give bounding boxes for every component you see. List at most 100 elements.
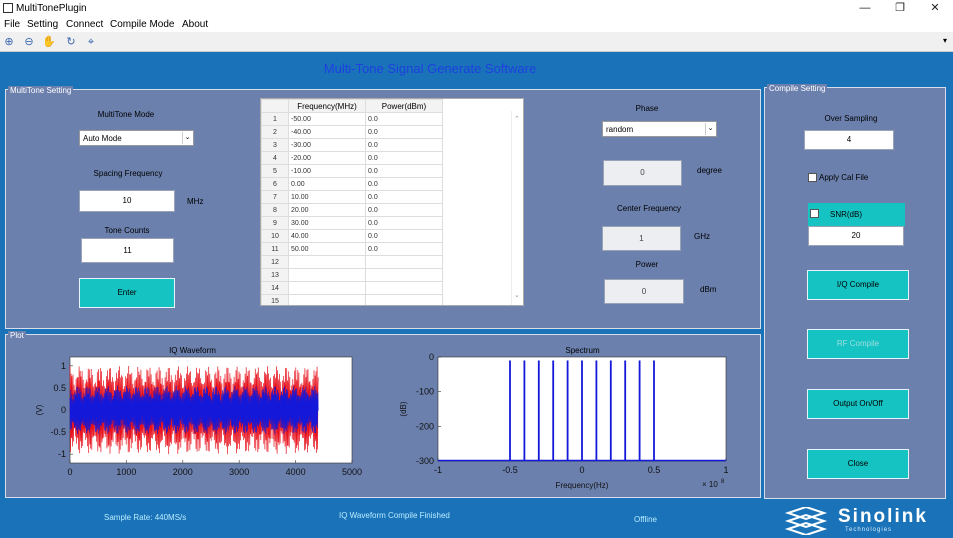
- power-cell[interactable]: 0.0: [365, 190, 443, 204]
- power-cell[interactable]: [365, 255, 443, 269]
- menu-setting[interactable]: Setting: [27, 19, 58, 30]
- frequency-cell[interactable]: -40.00: [288, 125, 366, 139]
- snr-checkbox[interactable]: [810, 209, 819, 218]
- frequency-cell[interactable]: [288, 255, 366, 269]
- window-title: MultiTonePlugin: [16, 3, 87, 14]
- zoom-in-icon[interactable]: ⊕: [2, 35, 16, 49]
- frequency-cell[interactable]: -30.00: [288, 138, 366, 152]
- frequency-cell[interactable]: 10.00: [288, 190, 366, 204]
- toolbar-overflow-icon[interactable]: ▾: [943, 36, 947, 45]
- table-row[interactable]: 13: [261, 268, 443, 282]
- x-tick-label: 2000: [173, 467, 193, 477]
- frequency-cell[interactable]: [288, 281, 366, 295]
- tone-counts-input[interactable]: 11: [81, 238, 174, 263]
- degree-input: 0: [603, 160, 682, 186]
- sample-rate-status: Sample Rate: 440MS/s: [104, 513, 187, 522]
- output-on-off-button[interactable]: Output On/Off: [807, 389, 909, 419]
- table-row[interactable]: 14: [261, 281, 443, 295]
- logo-text: Sinolink: [838, 506, 928, 527]
- power-cell[interactable]: 0.0: [365, 112, 443, 126]
- table-row[interactable]: 1 -50.00 0.0: [261, 112, 443, 126]
- plot-panel-title: Plot: [8, 331, 26, 340]
- table-row[interactable]: 3 -30.00 0.0: [261, 138, 443, 152]
- power-cell[interactable]: 0.0: [365, 216, 443, 230]
- data-cursor-icon[interactable]: ⌖: [84, 35, 98, 49]
- column-header-frequency[interactable]: Frequency(MHz): [288, 99, 366, 113]
- close-button[interactable]: Close: [807, 449, 909, 479]
- multitone-panel-title: MultiTone Setting: [8, 86, 74, 95]
- power-cell[interactable]: 0.0: [365, 242, 443, 256]
- table-row[interactable]: 11 50.00 0.0: [261, 242, 443, 256]
- zoom-out-icon[interactable]: ⊖: [22, 35, 36, 49]
- y-tick-label: 0: [429, 352, 434, 362]
- phase-value: random: [606, 125, 634, 134]
- frequency-cell[interactable]: -20.00: [288, 151, 366, 165]
- frequency-cell[interactable]: 20.00: [288, 203, 366, 217]
- frequency-cell[interactable]: 30.00: [288, 216, 366, 230]
- row-index: 15: [261, 294, 289, 305]
- power-cell[interactable]: 0.0: [365, 138, 443, 152]
- pan-icon[interactable]: ✋: [42, 35, 56, 49]
- row-index: 3: [261, 138, 289, 152]
- menu-about[interactable]: About: [182, 19, 208, 30]
- x-tick-label: -0.5: [502, 465, 518, 475]
- page-title: Multi-Tone Signal Generate Software: [323, 61, 537, 76]
- x-tick-label: 1: [723, 465, 728, 475]
- phase-label: Phase: [635, 104, 659, 113]
- frequency-cell[interactable]: [288, 268, 366, 282]
- menu-compile-mode[interactable]: Compile Mode: [110, 19, 174, 30]
- table-scrollbar[interactable]: ⌃ ⌄: [511, 111, 523, 305]
- power-cell[interactable]: 0.0: [365, 151, 443, 165]
- chevron-down-icon: ⌄: [705, 123, 715, 135]
- x-exponent-power: 8: [721, 479, 725, 485]
- snr-label: SNR(dB): [830, 210, 863, 219]
- table-row[interactable]: 4 -20.00 0.0: [261, 151, 443, 165]
- row-index: 14: [261, 281, 289, 295]
- apply-cal-file-checkbox[interactable]: [808, 173, 817, 182]
- menu-connect[interactable]: Connect: [66, 19, 103, 30]
- multitone-mode-value: Auto Mode: [83, 134, 122, 143]
- power-cell[interactable]: 0.0: [365, 229, 443, 243]
- power-cell[interactable]: [365, 281, 443, 295]
- power-cell[interactable]: 0.0: [365, 125, 443, 139]
- frequency-cell[interactable]: 50.00: [288, 242, 366, 256]
- phase-select[interactable]: random ⌄: [602, 121, 717, 137]
- row-index: 10: [261, 229, 289, 243]
- table-row[interactable]: 2 -40.00 0.0: [261, 125, 443, 139]
- rotate-icon[interactable]: ↻: [64, 35, 78, 49]
- scroll-down-icon[interactable]: ⌄: [514, 291, 520, 299]
- table-row[interactable]: 15: [261, 294, 443, 305]
- table-row[interactable]: 9 30.00 0.0: [261, 216, 443, 230]
- table-corner: [261, 99, 289, 113]
- frequency-cell[interactable]: [288, 294, 366, 305]
- table-row[interactable]: 8 20.00 0.0: [261, 203, 443, 217]
- power-cell[interactable]: 0.0: [365, 203, 443, 217]
- power-cell[interactable]: [365, 294, 443, 305]
- frequency-cell[interactable]: 0.00: [288, 177, 366, 191]
- frequency-cell[interactable]: -10.00: [288, 164, 366, 178]
- scroll-up-icon[interactable]: ⌃: [514, 115, 520, 123]
- table-row[interactable]: 6 0.00 0.0: [261, 177, 443, 191]
- enter-button[interactable]: Enter: [79, 278, 175, 308]
- column-header-power[interactable]: Power(dBm): [365, 99, 443, 113]
- table-row[interactable]: 7 10.00 0.0: [261, 190, 443, 204]
- close-window-button[interactable]: ✕: [928, 2, 942, 14]
- power-cell[interactable]: 0.0: [365, 177, 443, 191]
- frequency-cell[interactable]: 40.00: [288, 229, 366, 243]
- table-row[interactable]: 5 -10.00 0.0: [261, 164, 443, 178]
- frequency-cell[interactable]: -50.00: [288, 112, 366, 126]
- maximize-button[interactable]: ❐: [893, 2, 907, 14]
- row-index: 1: [261, 112, 289, 126]
- table-row[interactable]: 12: [261, 255, 443, 269]
- power-cell[interactable]: 0.0: [365, 164, 443, 178]
- multitone-mode-select[interactable]: Auto Mode ⌄: [79, 130, 194, 146]
- table-row[interactable]: 10 40.00 0.0: [261, 229, 443, 243]
- spacing-frequency-input[interactable]: 10: [79, 190, 175, 212]
- menu-file[interactable]: File: [4, 19, 20, 30]
- minimize-button[interactable]: —: [858, 2, 872, 14]
- iq-compile-button[interactable]: I/Q Compile: [807, 270, 909, 300]
- snr-input[interactable]: 20: [808, 226, 904, 246]
- power-cell[interactable]: [365, 268, 443, 282]
- over-sampling-input[interactable]: 4: [804, 130, 894, 150]
- app-icon: [3, 3, 13, 13]
